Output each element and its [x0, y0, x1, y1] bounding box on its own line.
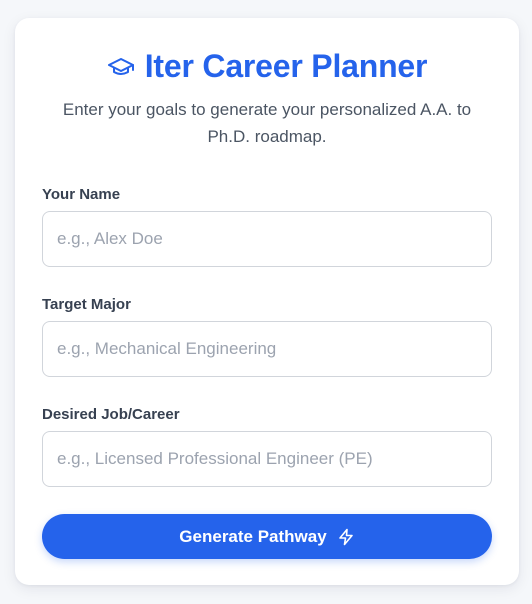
generate-pathway-label: Generate Pathway [179, 526, 327, 546]
major-label: Target Major [42, 296, 131, 313]
career-input[interactable] [42, 431, 492, 487]
page-subtitle: Enter your goals to generate your person… [62, 100, 472, 146]
page-title: Iter Career Planner [144, 48, 428, 84]
lightning-bolt-icon [337, 528, 355, 546]
header: Iter Career Planner [15, 48, 519, 85]
graduation-cap-icon [107, 56, 135, 78]
name-input[interactable] [42, 211, 492, 267]
generate-pathway-button[interactable]: Generate Pathway [42, 514, 492, 559]
planner-card: Iter Career Planner Enter your goals to … [15, 18, 519, 585]
career-label: Desired Job/Career [42, 406, 180, 423]
major-input[interactable] [42, 321, 492, 377]
name-label: Your Name [42, 186, 121, 203]
